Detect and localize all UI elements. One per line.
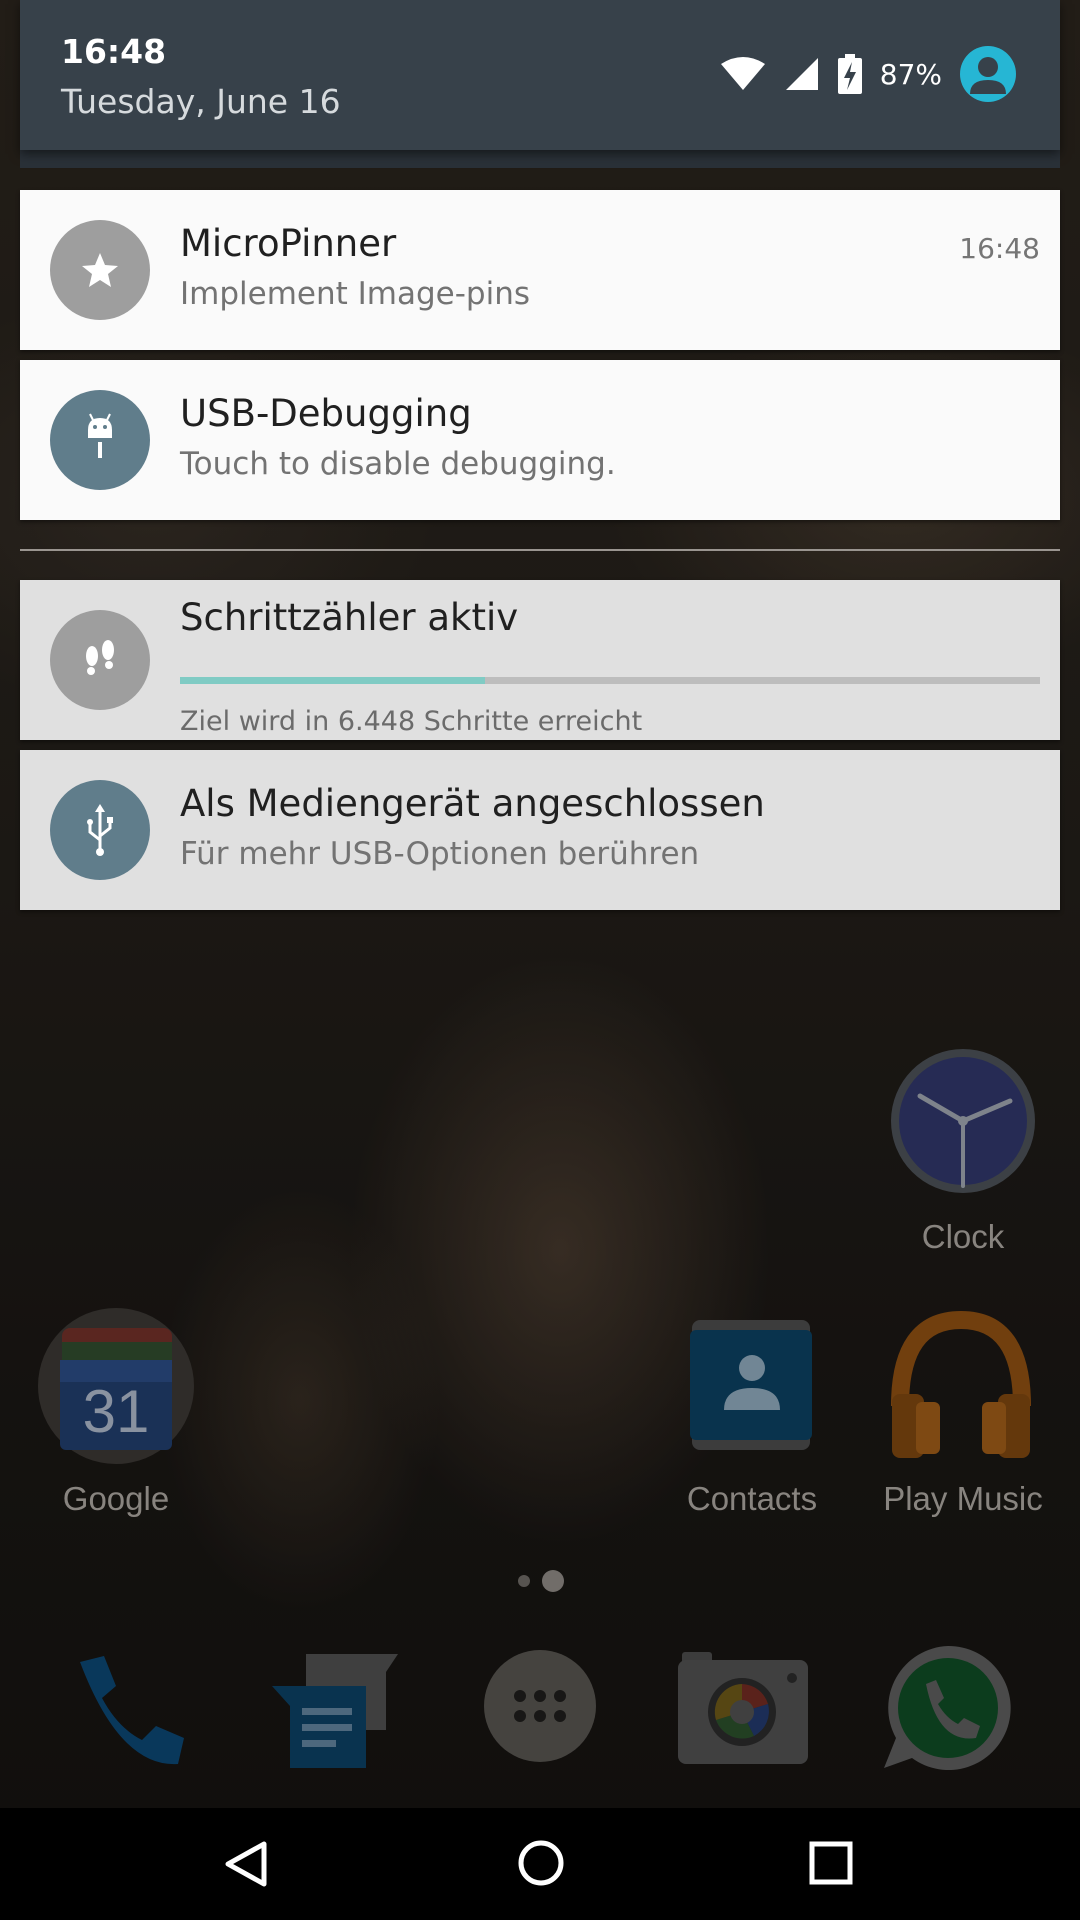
footprints-icon <box>86 640 114 675</box>
battery-percentage: 87% <box>879 57 942 91</box>
status-date[interactable]: Tuesday, June 16 <box>61 82 341 121</box>
navigation-bar <box>0 1808 1080 1920</box>
notification-usb-debugging[interactable]: USB-Debugging Touch to disable debugging… <box>20 360 1060 520</box>
step-counter-icon-badge <box>50 610 150 710</box>
notification-text: Für mehr USB-Optionen berühren <box>180 836 700 872</box>
notification-usb-media[interactable]: Als Mediengerät angeschlossen Für mehr U… <box>20 750 1060 910</box>
notification-title: Schrittzähler aktiv <box>180 596 519 639</box>
notification-time: 16:48 <box>959 232 1040 265</box>
notification-title: USB-Debugging <box>180 392 472 435</box>
recents-icon[interactable] <box>808 1840 854 1886</box>
notification-text: Touch to disable debugging. <box>180 446 616 482</box>
notification-title: Als Mediengerät angeschlossen <box>180 782 765 825</box>
usb-icon-badge <box>50 780 150 880</box>
battery-charging-icon <box>837 54 862 94</box>
user-icon <box>970 57 1006 94</box>
status-header: 16:48 Tuesday, June 16 87% <box>20 0 1060 150</box>
user-avatar[interactable] <box>960 46 1016 102</box>
quick-settings-peek[interactable] <box>20 150 1060 168</box>
notification-micropinner[interactable]: MicroPinner Implement Image-pins 16:48 <box>20 190 1060 350</box>
notification-text: Ziel wird in 6.448 Schritte erreicht <box>180 706 643 737</box>
star-icon <box>82 253 118 287</box>
wifi-icon <box>720 57 765 90</box>
step-progress-bar <box>180 677 1040 684</box>
android-debug-icon <box>88 413 112 458</box>
home-icon[interactable] <box>516 1838 566 1888</box>
back-icon[interactable] <box>220 1838 272 1890</box>
signal-icon <box>785 58 818 90</box>
micropinner-icon-badge <box>50 220 150 320</box>
notification-title: MicroPinner <box>180 222 397 265</box>
notification-divider <box>20 549 1060 551</box>
notification-text: Implement Image-pins <box>180 276 530 312</box>
usb-debugging-icon-badge <box>50 390 150 490</box>
notification-step-counter[interactable]: Schrittzähler aktiv Ziel wird in 6.448 S… <box>20 580 1060 740</box>
status-time: 16:48 <box>61 32 167 71</box>
status-icons: 87% <box>720 46 1016 102</box>
step-progress-fill <box>180 677 486 684</box>
usb-icon <box>87 804 113 856</box>
